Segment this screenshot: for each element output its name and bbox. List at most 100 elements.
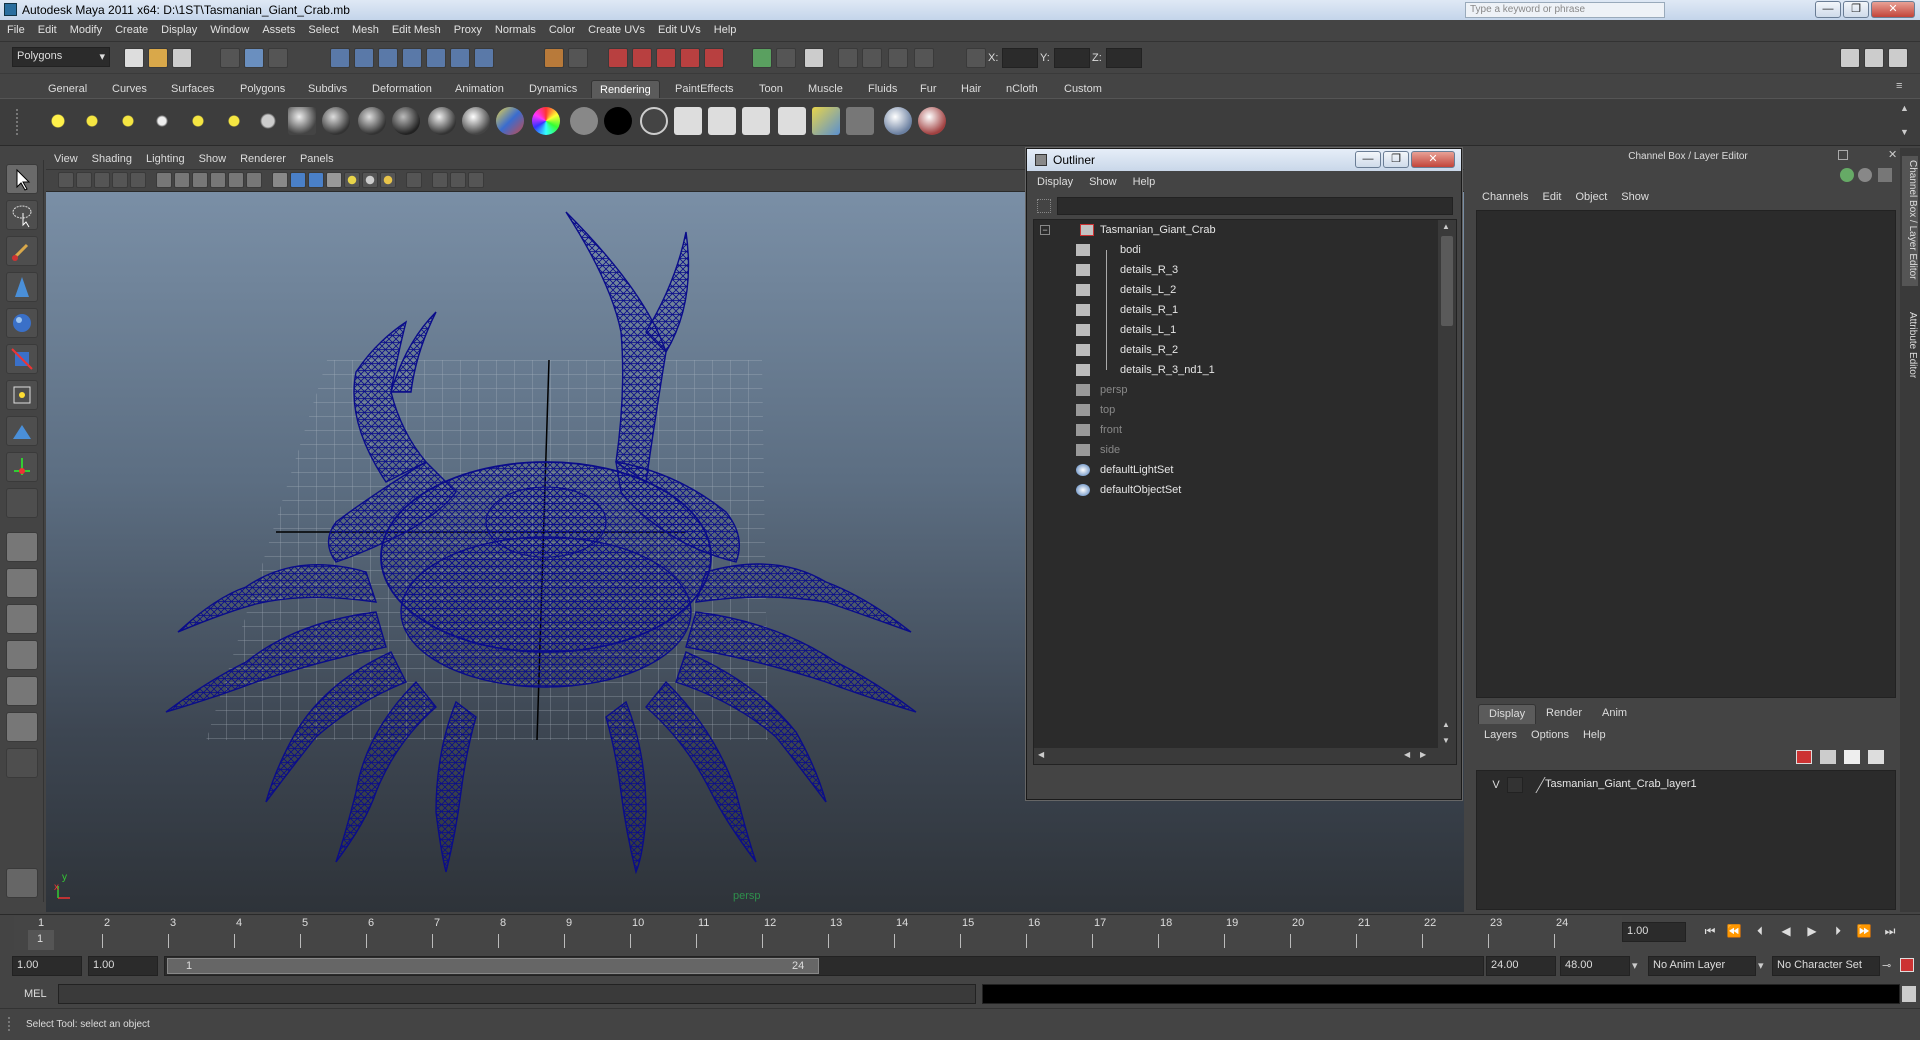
outliner-close-button[interactable]: ✕ bbox=[1411, 151, 1455, 168]
move-layer-down-icon[interactable] bbox=[1820, 750, 1836, 764]
soft-modification-tool-icon[interactable] bbox=[6, 416, 38, 446]
range-bar[interactable]: 1 24 bbox=[167, 958, 819, 974]
key-icon[interactable]: ⊸ bbox=[1882, 959, 1891, 972]
outliner-item-front[interactable]: front bbox=[1034, 420, 1434, 440]
shelf-tab-animation[interactable]: Animation bbox=[447, 80, 512, 98]
layer-tab-render[interactable]: Render bbox=[1536, 704, 1592, 724]
scroll-left-icon[interactable]: ◀ bbox=[1404, 750, 1410, 759]
film-gate-icon[interactable] bbox=[174, 172, 190, 188]
scroll-up-icon[interactable]: ▲ bbox=[1442, 720, 1450, 729]
animation-start-field[interactable]: 1.00 bbox=[12, 956, 82, 976]
outliner-item-details-r-3-nd1-1[interactable]: details_R_3_nd1_1 bbox=[1034, 360, 1434, 380]
checker-texture-icon[interactable] bbox=[674, 107, 702, 135]
show-manipulator-icon[interactable] bbox=[6, 452, 38, 482]
menu-edit-mesh[interactable]: Edit Mesh bbox=[385, 20, 447, 36]
outliner-item-details-r-1[interactable]: details_R_1 bbox=[1034, 300, 1434, 320]
menu-modify[interactable]: Modify bbox=[63, 20, 108, 36]
scroll-down-icon[interactable]: ▼ bbox=[1442, 736, 1450, 745]
menu-color[interactable]: Color bbox=[542, 20, 581, 36]
close-panel-icon[interactable]: ✕ bbox=[1888, 148, 1897, 161]
snap-point-icon[interactable] bbox=[378, 48, 398, 68]
pin-icon[interactable] bbox=[1878, 168, 1892, 182]
outliner-item-details-r-2[interactable]: details_R_2 bbox=[1034, 340, 1434, 360]
maximize-button[interactable]: ❐ bbox=[1843, 1, 1869, 18]
shelf-tab-general[interactable]: General bbox=[40, 80, 95, 98]
playback-start-field[interactable]: 1.00 bbox=[88, 956, 158, 976]
persp-graph-layout-icon[interactable] bbox=[6, 640, 38, 670]
xray-joints-icon[interactable] bbox=[450, 172, 466, 188]
layer-template-toggle[interactable] bbox=[1507, 777, 1523, 793]
outliner-filter-input[interactable] bbox=[1057, 197, 1453, 215]
paint-select-tool-icon[interactable] bbox=[6, 236, 38, 266]
channel-list-panel[interactable] bbox=[1476, 210, 1896, 698]
channel-menu-show[interactable]: Show bbox=[1613, 188, 1655, 203]
outliner-item-default-light-set[interactable]: defaultLightSet bbox=[1034, 460, 1434, 480]
ipr-render-icon[interactable] bbox=[632, 48, 652, 68]
select-component-icon[interactable] bbox=[268, 48, 288, 68]
shelf-menu-icon[interactable]: ≡ bbox=[1896, 80, 1902, 92]
layout-expander-icon[interactable] bbox=[6, 748, 38, 778]
side-tab-attribute-editor[interactable]: Attribute Editor bbox=[1902, 308, 1918, 388]
panel-menu-show[interactable]: Show bbox=[191, 150, 233, 165]
outliner-menu-help[interactable]: Help bbox=[1123, 173, 1162, 188]
snap-grid-icon[interactable] bbox=[330, 48, 350, 68]
script-editor-icon[interactable] bbox=[1902, 986, 1916, 1002]
lock-icon[interactable] bbox=[544, 48, 564, 68]
attribute-editor-toggle-icon[interactable] bbox=[1840, 48, 1860, 68]
select-object-icon[interactable] bbox=[244, 48, 264, 68]
step-forward-key-button[interactable]: ⏩ bbox=[1854, 924, 1874, 942]
menu-display[interactable]: Display bbox=[154, 20, 203, 36]
outliner-item-details-l-1[interactable]: details_L_1 bbox=[1034, 320, 1434, 340]
render-view-shelf-icon[interactable] bbox=[846, 107, 874, 135]
layered-shader-icon[interactable] bbox=[392, 107, 420, 135]
go-to-start-button[interactable]: ⏮ bbox=[1700, 924, 1720, 942]
menu-assets[interactable]: Assets bbox=[255, 20, 301, 36]
outliner-item-side[interactable]: side bbox=[1034, 440, 1434, 460]
camera-icon[interactable] bbox=[838, 48, 858, 68]
layer-visibility-toggle[interactable]: V bbox=[1487, 775, 1505, 795]
image-plane-toggle-icon[interactable] bbox=[112, 172, 128, 188]
menu-edit[interactable]: Edit bbox=[31, 20, 63, 36]
layer-menu-help[interactable]: Help bbox=[1575, 726, 1612, 741]
point-light-icon[interactable] bbox=[114, 107, 142, 135]
menu-create-uvs[interactable]: Create UVs bbox=[581, 20, 651, 36]
menu-mesh[interactable]: Mesh bbox=[345, 20, 385, 36]
transform-mode-icon[interactable] bbox=[966, 48, 986, 68]
tool-settings-toggle-icon[interactable] bbox=[1864, 48, 1884, 68]
outliner-item-details-l-2[interactable]: details_L_2 bbox=[1034, 280, 1434, 300]
camera-select-icon[interactable] bbox=[58, 172, 74, 188]
shelf-tab-fluids[interactable]: Fluids bbox=[860, 80, 905, 98]
snap-curve-icon[interactable] bbox=[354, 48, 374, 68]
outliner-menu-display[interactable]: Display bbox=[1027, 173, 1079, 188]
selection-highlight-icon[interactable] bbox=[568, 48, 588, 68]
script-type-label[interactable]: MEL bbox=[12, 984, 58, 1004]
wireframe-on-shaded-icon[interactable] bbox=[308, 172, 324, 188]
question-icon[interactable] bbox=[474, 48, 494, 68]
go-to-end-button[interactable]: ⏭ bbox=[1880, 924, 1900, 942]
minimize-button[interactable]: — bbox=[1815, 1, 1841, 18]
toggle-panel-icon[interactable] bbox=[804, 48, 824, 68]
outliner-maximize-button[interactable]: ❐ bbox=[1383, 151, 1409, 168]
panel-menu-panels[interactable]: Panels bbox=[292, 150, 340, 165]
outliner-item-bodi[interactable]: bodi bbox=[1034, 240, 1434, 260]
render-settings-icon[interactable] bbox=[656, 48, 676, 68]
z-input[interactable] bbox=[1106, 48, 1142, 68]
step-forward-frame-button[interactable]: ⏵ bbox=[1828, 924, 1848, 942]
shelf-tab-rendering[interactable]: Rendering bbox=[591, 80, 660, 98]
channel-menu-channels[interactable]: Channels bbox=[1474, 188, 1534, 203]
current-frame-marker[interactable]: 1 bbox=[28, 930, 54, 950]
menu-set-dropdown[interactable]: Polygons ▾ bbox=[12, 47, 110, 67]
float-panel-icon[interactable] bbox=[1838, 150, 1848, 160]
step-back-key-button[interactable]: ⏪ bbox=[1724, 924, 1744, 942]
isolate-select-icon[interactable] bbox=[406, 172, 422, 188]
phong-material-icon[interactable] bbox=[428, 107, 456, 135]
display-attributes-icon[interactable] bbox=[1858, 168, 1872, 182]
outliner-item-details-r-3[interactable]: details_R_3 bbox=[1034, 260, 1434, 280]
lasso-tool-icon[interactable] bbox=[6, 200, 38, 230]
shelf-tab-polygons[interactable]: Polygons bbox=[232, 80, 293, 98]
scroll-left-icon[interactable]: ◀ bbox=[1038, 750, 1044, 759]
four-view-layout-icon[interactable] bbox=[6, 568, 38, 598]
menu-window[interactable]: Window bbox=[203, 20, 255, 36]
shelf-tab-deformation[interactable]: Deformation bbox=[364, 80, 440, 98]
time-ruler[interactable]: 1 2 3 4 5 6 7 8 9 10 11 12 13 14 15 16 17 18 19 20 21 22 23 24 … bbox=[14, 916, 1622, 950]
